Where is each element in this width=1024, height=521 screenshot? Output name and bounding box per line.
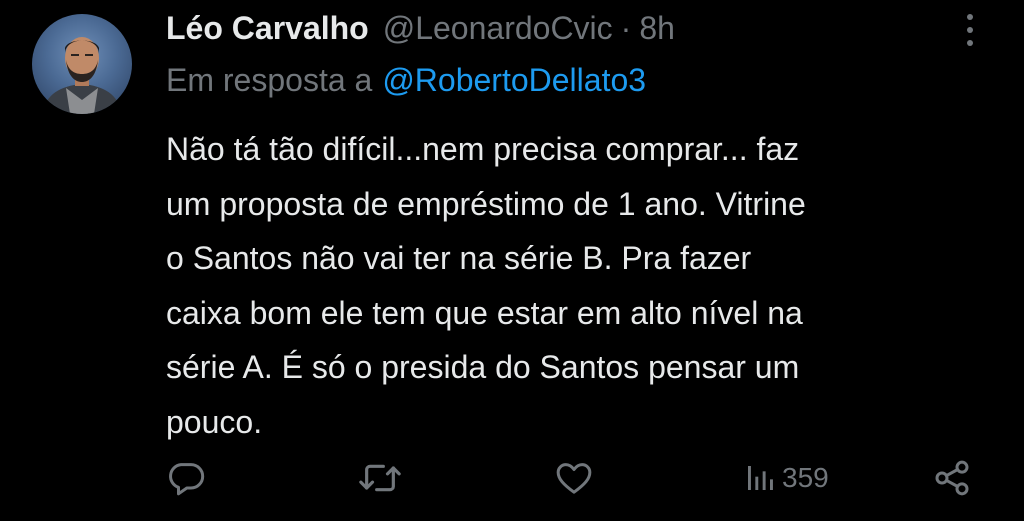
user-handle[interactable]: @LeonardoCvic (383, 10, 613, 47)
share-icon (935, 460, 969, 496)
tweet-text-line: Não tá tão difícil...nem precisa comprar… (166, 131, 800, 167)
tweet-text-line: pouco. (166, 403, 263, 440)
display-name[interactable]: Léo Carvalho (166, 10, 369, 47)
views-count: 359 (782, 462, 829, 493)
tweet-text-line: o Santos não vai ter na série B. Pra faz… (166, 240, 752, 276)
avatar-image (42, 37, 122, 114)
views-button[interactable]: 359 (744, 458, 829, 498)
tweet-text-line: um proposta de empréstimo de 1 ano. Vitr… (166, 185, 806, 222)
more-options-icon[interactable] (958, 12, 982, 48)
tweet-text-line: caixa bom ele tem que estar em alto níve… (166, 294, 803, 331)
retweet-icon (359, 464, 401, 492)
share-button[interactable] (932, 458, 972, 498)
reply-prefix: Em resposta a (166, 62, 373, 98)
views-icon (748, 466, 773, 490)
reply-icon (169, 463, 205, 496)
avatar[interactable] (32, 14, 132, 114)
reply-button[interactable] (166, 458, 206, 498)
heart-icon (556, 463, 592, 494)
separator-dot: · (620, 9, 632, 46)
reply-to-handle[interactable]: @RobertoDellato3 (382, 62, 646, 98)
tweet-header: Léo Carvalho @LeonardoCvic · 8h (166, 8, 675, 48)
like-button[interactable] (554, 458, 594, 498)
tweet-text-line: série A. É só o presida do Santos pensar… (166, 349, 800, 385)
retweet-button[interactable] (358, 458, 402, 498)
tweet-text: Não tá tão difícil...nem precisa comprar… (166, 122, 996, 449)
timestamp[interactable]: 8h (639, 10, 675, 47)
reply-context: Em resposta a @RobertoDellato3 (166, 62, 646, 99)
